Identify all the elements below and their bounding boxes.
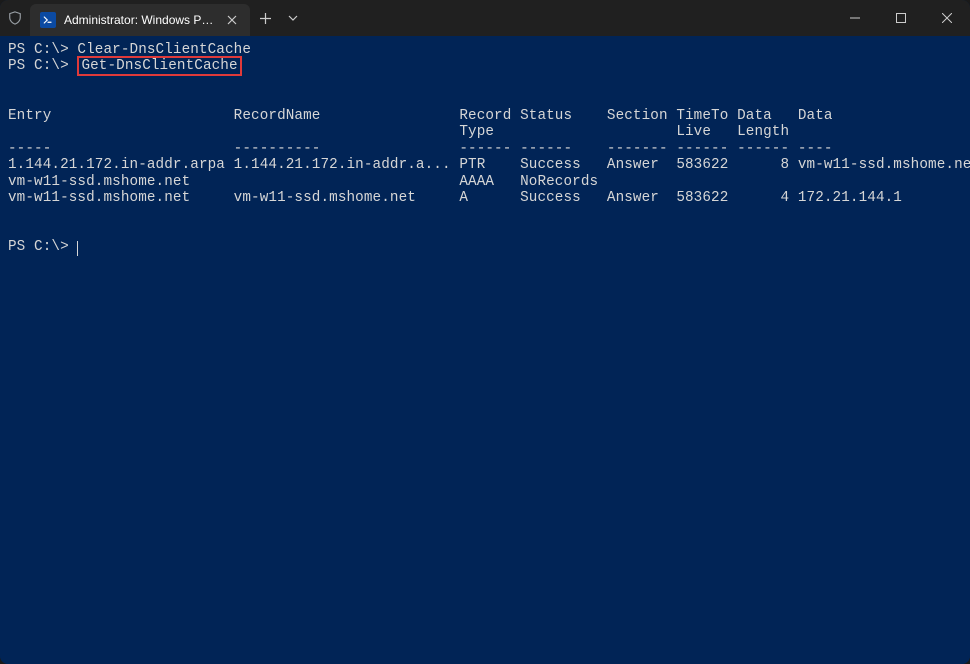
titlebar: Administrator: Windows Powe xyxy=(0,0,970,36)
terminal-output[interactable]: PS C:\> Clear-DnsClientCache PS C:\> Get… xyxy=(0,36,970,664)
cursor xyxy=(77,241,78,256)
powershell-icon xyxy=(40,12,56,28)
close-window-button[interactable] xyxy=(924,0,970,36)
maximize-button[interactable] xyxy=(878,0,924,36)
uac-shield-icon xyxy=(0,0,30,36)
tab-dropdown-button[interactable] xyxy=(280,0,306,36)
tab-title: Administrator: Windows Powe xyxy=(64,13,216,27)
minimize-button[interactable] xyxy=(832,0,878,36)
close-tab-button[interactable] xyxy=(224,12,240,28)
tab-active[interactable]: Administrator: Windows Powe xyxy=(30,4,250,36)
highlighted-command: Get-DnsClientCache xyxy=(77,56,241,76)
titlebar-left: Administrator: Windows Powe xyxy=(0,0,306,36)
terminal-window: Administrator: Windows Powe xyxy=(0,0,970,664)
window-controls xyxy=(832,0,970,36)
new-tab-button[interactable] xyxy=(250,0,280,36)
